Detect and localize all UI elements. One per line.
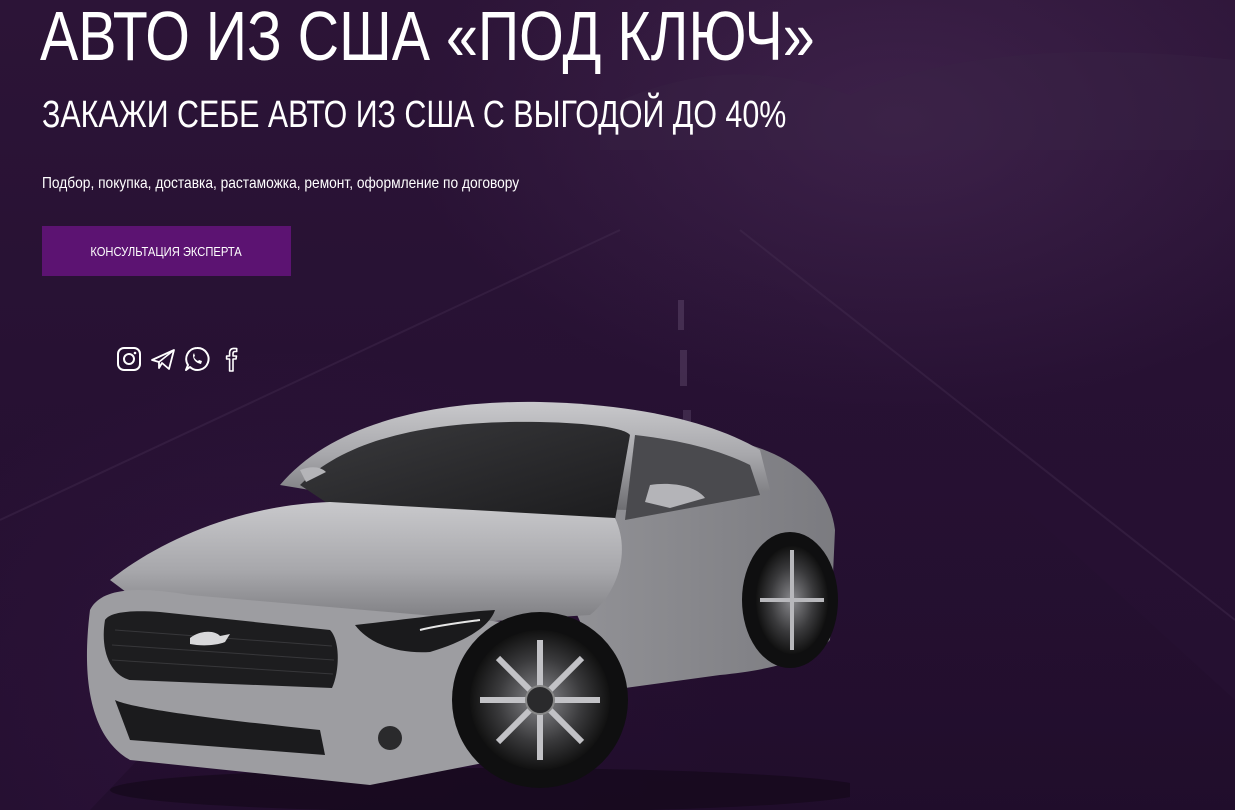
whatsapp-icon	[185, 346, 210, 371]
telegram-link[interactable]	[150, 345, 176, 373]
ford-mustang-car-image	[86, 401, 850, 810]
facebook-link[interactable]	[218, 345, 244, 373]
whatsapp-link[interactable]	[184, 345, 210, 373]
hero-section: АВТО ИЗ США «ПОД КЛЮЧ» ЗАКАЖИ СЕБЕ АВТО …	[0, 0, 1235, 810]
expert-consultation-button-label: КОНСУЛЬТАЦИЯ ЭКСПЕРТА	[90, 243, 243, 259]
facebook-icon	[225, 347, 238, 372]
social-links	[116, 345, 244, 373]
instagram-link[interactable]	[116, 345, 142, 373]
expert-consultation-button[interactable]: КОНСУЛЬТАЦИЯ ЭКСПЕРТА	[42, 226, 291, 276]
telegram-icon	[151, 349, 175, 370]
instagram-icon	[117, 347, 141, 371]
page-title: АВТО ИЗ США «ПОД КЛЮЧ»	[40, 0, 815, 75]
hero-description: Подбор, покупка, доставка, растаможка, р…	[42, 175, 520, 192]
page-subtitle: ЗАКАЖИ СЕБЕ АВТО ИЗ США С ВЫГОДОЙ ДО 40%	[42, 94, 787, 136]
